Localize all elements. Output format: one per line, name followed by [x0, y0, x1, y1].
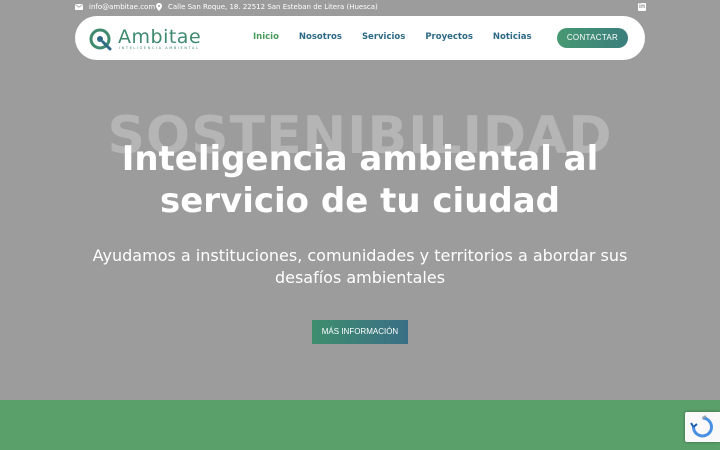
- brand-tagline: INTELIGENCIA AMBIENTAL: [119, 46, 200, 50]
- section-band: [0, 400, 720, 450]
- nav-item-servicios[interactable]: Servicios: [362, 32, 405, 42]
- location-pin-icon: [156, 3, 162, 11]
- email-text: info@ambitae.com: [89, 3, 156, 11]
- envelope-icon: [75, 4, 83, 10]
- topbar-address: Calle San Roque, 18. 22512 San Esteban d…: [156, 3, 378, 11]
- brand-logo[interactable]: Ambitae INTELIGENCIA AMBIENTAL: [89, 24, 202, 52]
- nav-item-inicio[interactable]: Inicio: [253, 32, 279, 42]
- topbar-email[interactable]: info@ambitae.com: [75, 3, 155, 11]
- hero-title: Inteligencia ambiental al servicio de tu…: [121, 139, 599, 221]
- recaptcha-icon: [690, 415, 713, 438]
- brand-name: Ambitae: [118, 26, 202, 48]
- main-navigation: Ambitae INTELIGENCIA AMBIENTAL Inicio No…: [75, 16, 645, 60]
- address-text: Calle San Roque, 18. 22512 San Esteban d…: [168, 3, 378, 11]
- linkedin-icon[interactable]: in: [638, 3, 646, 11]
- contact-button[interactable]: CONTACTAR: [557, 28, 628, 48]
- nav-item-proyectos[interactable]: Proyectos: [425, 32, 473, 42]
- logo-mark-icon: [89, 28, 112, 51]
- hero-subtitle: Ayudamos a instituciones, comunidades y …: [92, 246, 628, 287]
- more-info-button[interactable]: MÁS INFORMACIÓN: [312, 320, 408, 344]
- nav-item-noticias[interactable]: Noticias: [493, 32, 532, 42]
- recaptcha-badge[interactable]: [685, 412, 720, 442]
- nav-menu: Inicio Nosotros Servicios Proyectos Noti…: [253, 32, 552, 42]
- top-info-bar: info@ambitae.com Calle San Roque, 18. 22…: [0, 0, 720, 16]
- nav-item-nosotros[interactable]: Nosotros: [299, 32, 342, 42]
